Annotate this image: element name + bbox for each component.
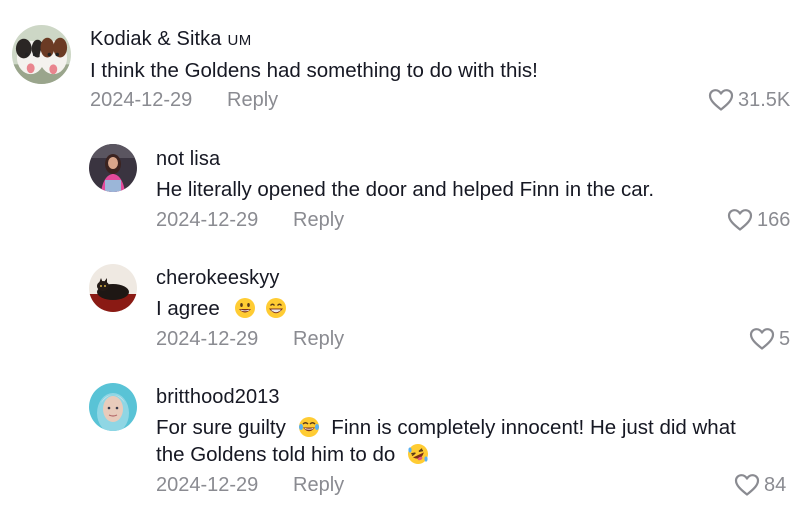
like-count: 5	[779, 327, 791, 350]
comment-date: 2024-12-29	[90, 89, 193, 111]
avatar[interactable]	[89, 264, 137, 312]
comment-meta: 2024-12-29 Reply	[156, 209, 344, 232]
reply-button[interactable]: Reply	[293, 328, 344, 351]
heart-outline-icon[interactable]	[727, 208, 753, 232]
like-count: 166	[757, 208, 791, 231]
comment-text-part: Finn is completely innocent! He just did…	[331, 416, 736, 439]
avatar[interactable]	[12, 25, 71, 84]
like-button[interactable]: 5	[749, 327, 790, 351]
avatar[interactable]	[89, 383, 137, 431]
comment-text: I agree	[156, 295, 289, 322]
comment-text-part: For sure guilty	[156, 416, 286, 439]
comment-kodiak-sitka: Kodiak & Sitka UM I think the Goldens had…	[0, 0, 793, 130]
comment-date: 2024-12-29	[156, 209, 259, 231]
username[interactable]: Kodiak & Sitka UM	[90, 28, 252, 51]
like-count: 31.5K	[738, 88, 791, 111]
like-button[interactable]: 166	[727, 208, 790, 232]
reply-button[interactable]: Reply	[293, 209, 344, 232]
comment-meta: 2024-12-29 Reply	[90, 89, 278, 112]
comment-meta: 2024-12-29 Reply	[156, 328, 344, 351]
comment-date: 2024-12-29	[156, 328, 259, 350]
grinning-face-emoji	[234, 297, 256, 319]
comment-text-body: I agree	[156, 297, 220, 320]
like-button[interactable]: 84	[734, 473, 786, 497]
comment-meta: 2024-12-29 Reply	[156, 474, 344, 497]
username[interactable]: britthood2013	[156, 386, 280, 409]
reply-button[interactable]: Reply	[227, 89, 278, 112]
beaming-face-emoji	[265, 297, 287, 319]
username[interactable]: cherokeeskyy	[156, 267, 279, 290]
laughing-tears-emoji	[298, 416, 320, 438]
heart-outline-icon[interactable]	[749, 327, 775, 351]
comment-text: He literally opened the door and helped …	[156, 178, 655, 201]
comment-text-part: the Goldens told him to do	[156, 443, 396, 466]
reply-button[interactable]: Reply	[293, 474, 344, 497]
comment-text-line-1: For sure guilty Finn is completely innoc…	[156, 414, 736, 441]
comment-text-line-2: the Goldens told him to do	[156, 441, 431, 468]
username[interactable]: not lisa	[156, 148, 220, 171]
avatar[interactable]	[89, 144, 137, 192]
username-text[interactable]: Kodiak & Sitka	[90, 28, 221, 50]
comment-date: 2024-12-29	[156, 474, 259, 496]
rolling-laughing-emoji	[407, 443, 429, 465]
comment-text: I think the Goldens had something to do …	[90, 59, 538, 82]
like-button[interactable]: 31.5K	[708, 88, 790, 112]
heart-outline-icon[interactable]	[708, 88, 734, 112]
creator-badge: UM	[227, 32, 252, 49]
like-count: 84	[764, 473, 787, 496]
heart-outline-icon[interactable]	[734, 473, 760, 497]
